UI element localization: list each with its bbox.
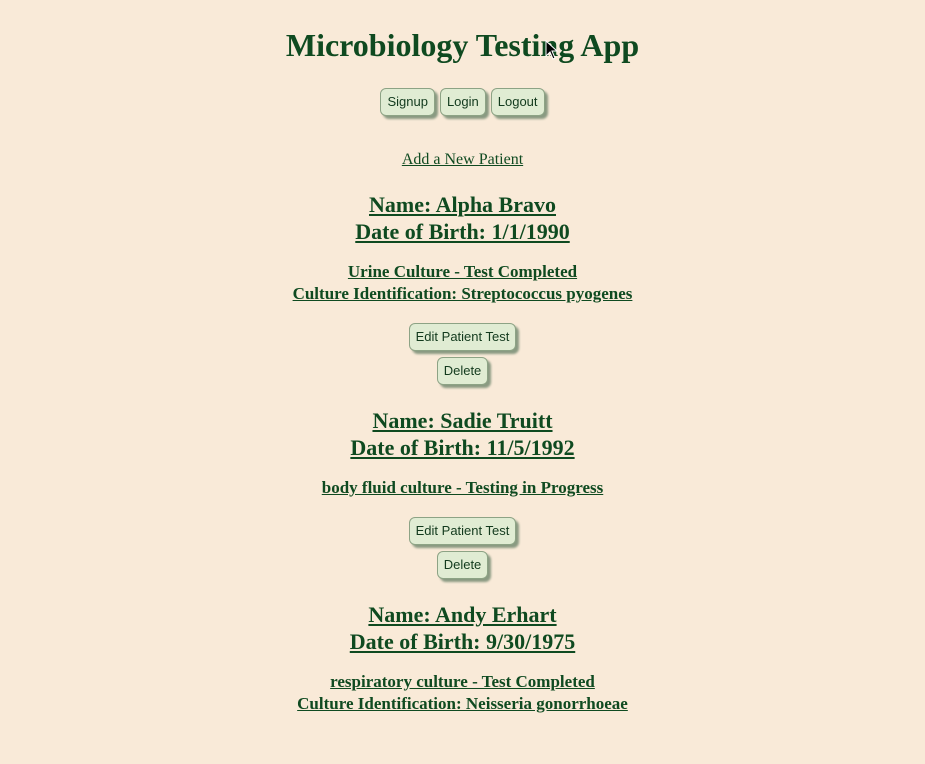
app-page: Microbiology Testing App Signup Login Lo…: [0, 0, 925, 715]
delete-button[interactable]: Delete: [436, 551, 489, 579]
patient-name[interactable]: Name: Sadie Truitt: [0, 407, 925, 434]
patient-test[interactable]: respiratory culture - Test Completed Cul…: [0, 671, 925, 715]
patient-actions: Edit Patient Test Delete: [0, 323, 925, 385]
patient-card: Name: Sadie Truitt Date of Birth: 11/5/1…: [0, 407, 925, 579]
patient-test[interactable]: Urine Culture - Test Completed Culture I…: [0, 261, 925, 305]
edit-patient-test-button[interactable]: Edit Patient Test: [408, 323, 517, 351]
test-status[interactable]: body fluid culture - Testing in Progress: [0, 477, 925, 499]
patient-test[interactable]: body fluid culture - Testing in Progress: [0, 477, 925, 499]
edit-patient-test-button[interactable]: Edit Patient Test: [408, 517, 517, 545]
test-status[interactable]: respiratory culture - Test Completed: [0, 671, 925, 693]
test-status[interactable]: Urine Culture - Test Completed: [0, 261, 925, 283]
patient-actions: Edit Patient Test Delete: [0, 517, 925, 579]
patient-name[interactable]: Name: Alpha Bravo: [0, 191, 925, 218]
patient-name[interactable]: Name: Andy Erhart: [0, 601, 925, 628]
patient-card: Name: Alpha Bravo Date of Birth: 1/1/199…: [0, 191, 925, 385]
culture-identification[interactable]: Culture Identification: Streptococcus py…: [0, 283, 925, 305]
login-button[interactable]: Login: [439, 88, 486, 116]
add-patient-link[interactable]: Add a New Patient: [402, 150, 523, 170]
signup-button[interactable]: Signup: [380, 88, 435, 116]
mouse-cursor-icon: [545, 40, 559, 60]
page-title: Microbiology Testing App: [285, 27, 640, 63]
logout-button[interactable]: Logout: [490, 88, 545, 116]
culture-identification[interactable]: Culture Identification: Neisseria gonorr…: [0, 693, 925, 715]
patient-dob[interactable]: Date of Birth: 1/1/1990: [0, 218, 925, 245]
patient-card: Name: Andy Erhart Date of Birth: 9/30/19…: [0, 601, 925, 715]
patient-dob[interactable]: Date of Birth: 9/30/1975: [0, 628, 925, 655]
delete-button[interactable]: Delete: [436, 357, 489, 385]
patient-dob[interactable]: Date of Birth: 11/5/1992: [0, 434, 925, 461]
auth-nav: Signup Login Logout: [0, 88, 925, 120]
